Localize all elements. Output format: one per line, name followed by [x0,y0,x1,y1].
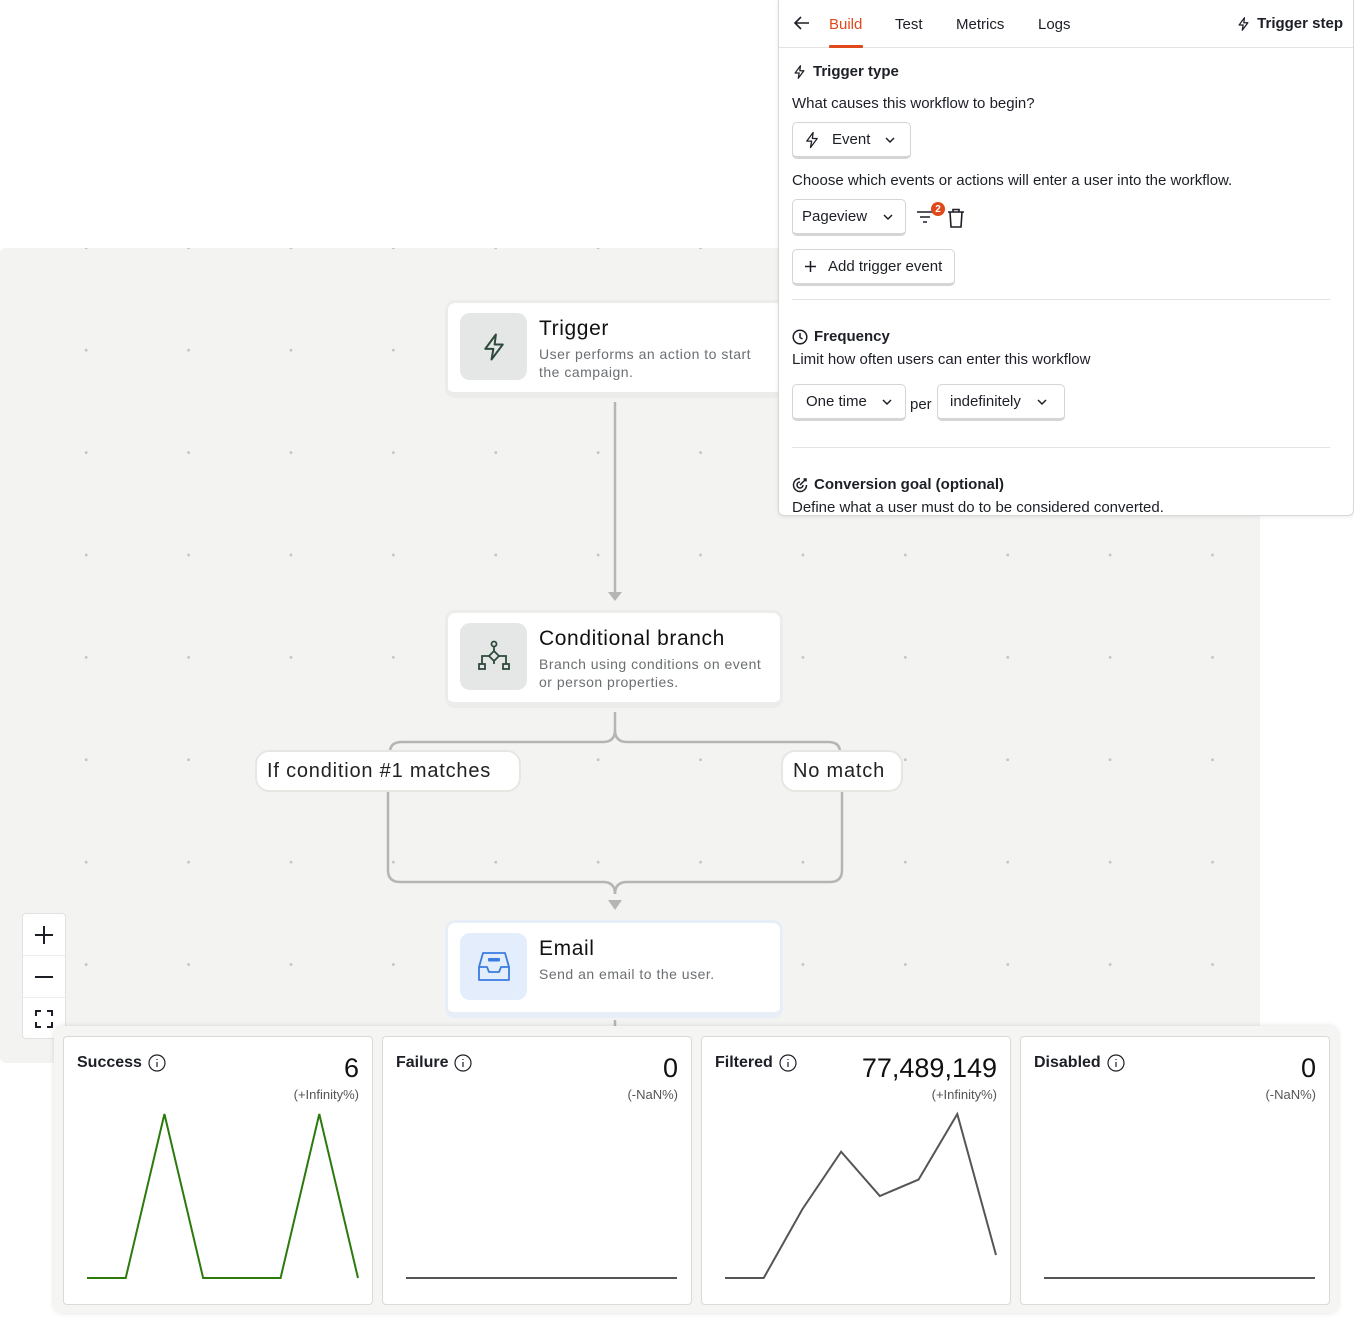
branch-label-condition-1[interactable]: If condition #1 matches [255,750,521,792]
conditional-branch-node[interactable]: Conditional branch Branch using conditio… [445,610,783,708]
metric-card-disabled: Disabled 0 (-NaN%) [1020,1036,1330,1305]
event-select[interactable]: Pageview [792,199,906,236]
section-divider [792,447,1330,448]
conversion-goal-description: Define what a user must do to be conside… [792,499,1164,516]
node-title: Conditional branch [539,627,725,650]
trigger-type-heading: Trigger type [792,63,899,80]
metric-card-success: Success 6 (+Infinity%) [63,1036,373,1305]
tab-build[interactable]: Build [829,16,862,33]
per-label: per [910,396,932,413]
branch-icon [460,623,527,690]
node-title: Email [539,937,595,960]
tab-test[interactable]: Test [895,16,923,33]
trigger-type-question: What causes this workflow to begin? [792,95,1035,112]
section-divider [792,299,1330,300]
frequency-description: Limit how often users can enter this wor… [792,351,1091,368]
conversion-goal-heading: Conversion goal (optional) [792,476,1004,493]
trash-icon [948,208,964,228]
frequency-title: Frequency [814,328,890,345]
add-trigger-event-button[interactable]: Add trigger event [792,249,955,286]
trigger-node[interactable]: Trigger User performs an action to start… [445,300,785,398]
trigger-type-title: Trigger type [813,63,899,80]
frequency-period-value: indefinitely [950,393,1021,410]
node-description: User performs an action to start the cam… [539,346,752,380]
active-tab-indicator [829,45,863,48]
sparkline-series [725,1111,997,1279]
minus-icon [35,975,53,978]
sparkline [725,1111,997,1279]
trigger-type-value: Event [832,131,871,148]
frequency-period-select[interactable]: indefinitely [937,384,1065,421]
lightning-icon [460,313,527,380]
tab-metrics[interactable]: Metrics [956,16,1004,33]
tab-logs[interactable]: Logs [1038,16,1071,33]
sparkline-series [87,1113,359,1279]
lightning-icon [806,131,818,148]
delete-event-button[interactable] [947,208,965,233]
inbox-icon [460,933,527,1000]
conversion-goal-title: Conversion goal (optional) [814,476,1004,493]
sparkline [1044,1277,1315,1279]
node-description: Branch using conditions on event or pers… [539,656,762,690]
plus-icon [805,261,816,272]
step-type-label: Trigger step [1236,15,1343,32]
branch-label-no-match[interactable]: No match [781,750,903,792]
panel-tab-bar: Build Test Metrics Logs Trigger step [779,0,1353,48]
chevron-down-icon [885,136,895,143]
plus-icon [35,925,53,944]
event-value: Pageview [802,208,868,225]
target-icon [792,477,808,492]
sparkline [406,1277,677,1279]
zoom-controls [22,913,66,1039]
filter-count-badge: 2 [931,202,945,216]
step-type-text: Trigger step [1257,15,1343,32]
fit-view-icon [35,1009,53,1028]
frequency-count-value: One time [806,393,867,410]
node-title: Trigger [539,317,609,340]
sparkline [87,1113,359,1279]
zoom-out-button[interactable] [23,956,65,998]
zoom-in-button[interactable] [23,914,65,956]
frequency-heading: Frequency [792,328,890,345]
back-arrow-icon[interactable] [793,14,811,37]
frequency-count-select[interactable]: One time [792,384,906,421]
trigger-type-select[interactable]: Event [792,122,911,159]
chevron-down-icon [882,398,892,405]
node-description: Send an email to the user. [539,966,715,982]
lightning-icon [794,64,805,79]
metric-card-filtered: Filtered 77,489,149 (+Infinity%) [701,1036,1011,1305]
clock-icon [792,328,808,345]
email-node[interactable]: Email Send an email to the user. [445,920,783,1018]
add-trigger-event-label: Add trigger event [828,258,943,275]
events-help-text: Choose which events or actions will ente… [792,172,1233,189]
chevron-down-icon [1037,398,1047,405]
metric-card-failure: Failure 0 (-NaN%) [382,1036,692,1305]
trigger-settings-panel: Build Test Metrics Logs Trigger step Tri… [778,0,1354,516]
lightning-icon [1238,16,1249,31]
chevron-down-icon [883,213,893,220]
